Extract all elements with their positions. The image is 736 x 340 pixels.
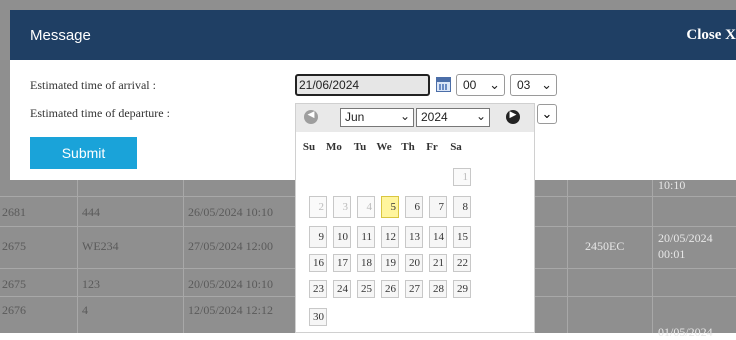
col-divider [183,180,184,333]
arrival-date-input[interactable]: 21/06/2024 [295,74,430,96]
table-cell: WE234 [82,239,119,253]
calendar-day[interactable]: 24 [333,280,351,298]
table-cell: 2675 [2,277,26,291]
calendar-day[interactable]: 8 [453,196,471,218]
chevron-down-icon: ⌄ [541,106,553,121]
calendar-day[interactable]: 2 [309,196,327,218]
calendar-day[interactable]: 30 [309,308,327,326]
col-divider [567,180,568,333]
calendar-day[interactable]: 9 [309,226,327,248]
calendar-day[interactable]: 19 [381,254,399,272]
arrival-minute-value: 03 [517,78,531,92]
calendar-day[interactable]: 16 [309,254,327,272]
arrival-label: Estimated time of arrival : [30,78,156,92]
calendar-day[interactable]: 14 [429,226,447,248]
arrival-hour-value: 00 [463,78,477,92]
calendar-day[interactable]: 23 [309,280,327,298]
calendar-day[interactable]: 12 [381,226,399,248]
calendar-day[interactable]: 20 [405,254,423,272]
calendar-day[interactable]: 26 [381,280,399,298]
calendar-day[interactable]: 17 [333,254,351,272]
calendar-day[interactable]: 6 [405,196,423,218]
year-select[interactable]: 2024 ⌄ [416,108,490,127]
calendar-day[interactable]: 18 [357,254,375,272]
table-cell: 2675 [2,239,26,253]
calendar-day[interactable]: 3 [333,196,351,218]
table-cell: 4 [82,303,88,317]
arrival-hour-select[interactable]: 00 ⌄ [456,74,505,96]
calendar-day[interactable]: 5 [381,196,399,218]
datepicker: ◀ Jun ⌄ 2024 ⌄ ▶ Su Mo Tu We Th Fr Sa 12… [295,103,535,333]
next-month-button[interactable]: ▶ [506,109,520,124]
table-cell: 20/05/2024 10:10 [188,277,274,291]
calendar-day[interactable]: 28 [429,280,447,298]
calendar-day[interactable]: 11 [357,226,375,248]
departure-label: Estimated time of departure : [30,106,170,120]
month-select[interactable]: Jun ⌄ [340,108,414,127]
table-cell: 123 [82,277,100,291]
arrow-left-icon: ◀ [307,109,315,119]
col-divider [652,180,653,333]
chevron-down-icon: ⌄ [399,109,410,123]
prev-month-button[interactable]: ◀ [304,109,318,124]
table-cell: 2676 [2,303,26,317]
dialog-title: Message [30,27,91,44]
table-cell: 27/05/2024 12:00 [188,239,274,253]
table-cell: 26/05/2024 10:10 [188,205,274,219]
calendar-day[interactable]: 4 [357,196,375,218]
chevron-down-icon: ⌄ [489,77,500,92]
calendar-day[interactable]: 27 [405,280,423,298]
table-cell: 10:10 [658,178,686,192]
table-cell: 12/05/2024 12:12 [188,303,274,317]
arrival-minute-select[interactable]: 03 ⌄ [510,74,557,96]
calendar-day[interactable]: 21 [429,254,447,272]
calendar-day[interactable]: 1 [453,168,471,186]
calendar-day[interactable]: 15 [453,226,471,248]
arrow-right-icon: ▶ [509,109,517,119]
calendar-day[interactable]: 13 [405,226,423,248]
calendar-day[interactable]: 10 [333,226,351,248]
calendar-day[interactable]: 22 [453,254,471,272]
month-value: Jun [345,110,365,124]
chevron-down-icon: ⌄ [541,77,552,92]
chevron-down-icon: ⌄ [475,109,486,123]
table-cell: 2681 [2,205,26,219]
table-cell: 2450EC [585,239,625,253]
calendar-day[interactable]: 29 [453,280,471,298]
table-cell: 20/05/2024 00:01 [658,231,713,261]
dialog-header: Message Close X [10,10,736,60]
departure-hour-select[interactable]: ⌄ [537,104,557,124]
calendar-day[interactable]: 25 [357,280,375,298]
col-divider [77,180,78,333]
weekday-header: Sa [450,141,462,153]
submit-button[interactable]: Submit [30,137,137,169]
calendar-day[interactable]: 7 [429,196,447,218]
year-value: 2024 [421,110,448,124]
close-button[interactable]: Close X [686,27,736,44]
datepicker-header: ◀ Jun ⌄ 2024 ⌄ ▶ [296,104,534,132]
calendar-icon[interactable] [436,77,451,92]
table-cell: 444 [82,205,100,219]
